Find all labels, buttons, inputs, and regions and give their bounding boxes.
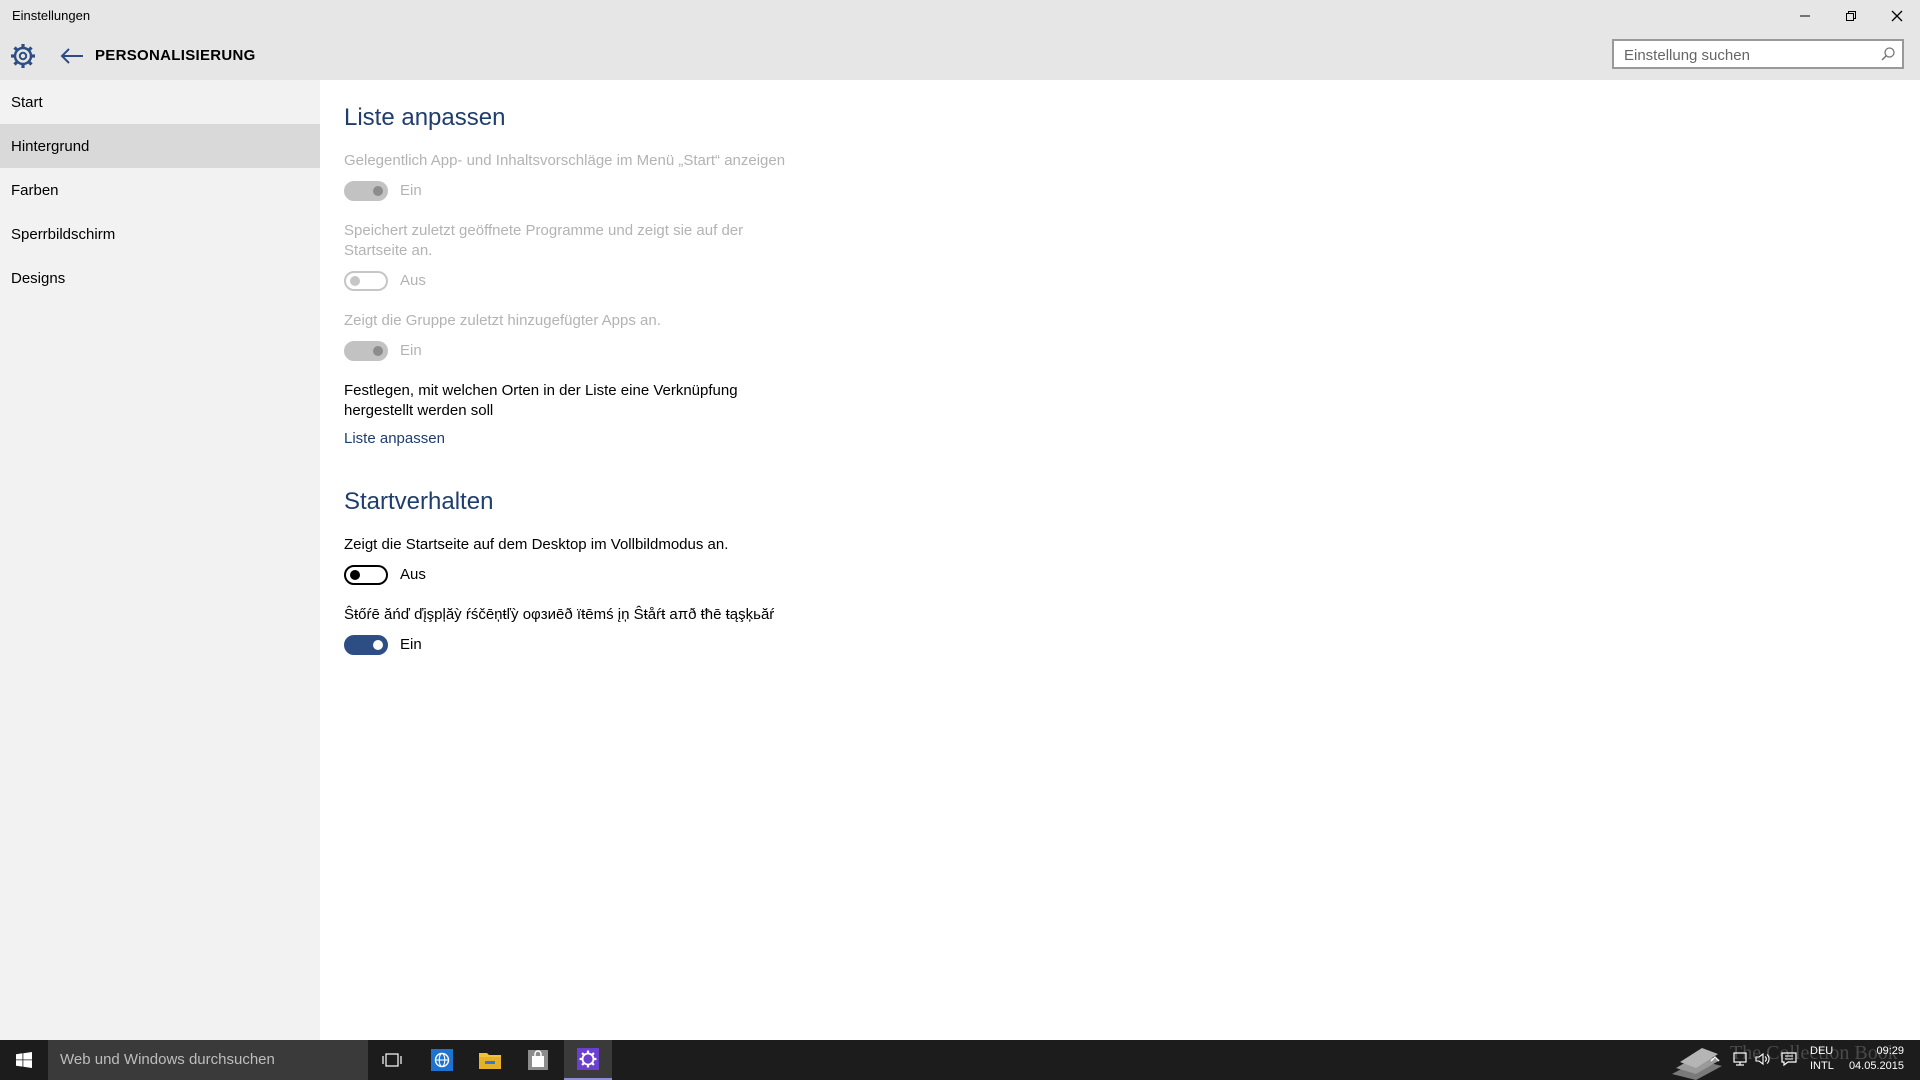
section-heading-liste: Liste anpassen <box>344 104 506 131</box>
network-icon[interactable] <box>1732 1050 1750 1068</box>
clock-date: 04.05.2015 <box>1848 1060 1904 1072</box>
toggle-state-label: Aus <box>400 272 426 289</box>
page-title: PERSONALISIERUNG <box>95 47 256 64</box>
taskbar-settings-app[interactable] <box>564 1040 612 1080</box>
section-heading-startverhalten: Startverhalten <box>344 488 494 515</box>
sidebar-item-designs[interactable]: Designs <box>0 256 320 300</box>
setting-description: Gelegentlich App- und Inhaltsvorschläge … <box>344 152 786 169</box>
toggle-knob <box>350 570 360 580</box>
toggle-recent-items[interactable] <box>344 635 388 655</box>
volume-icon[interactable] <box>1754 1050 1772 1068</box>
windows-logo-icon <box>16 1052 32 1068</box>
sidebar-item-start[interactable]: Start <box>0 80 320 124</box>
sidebar-item-hintergrund[interactable]: Hintergrund <box>0 124 320 168</box>
toggle-knob <box>350 276 360 286</box>
taskbar: Web und Windows durchsuchen The Collecti… <box>0 1040 1920 1080</box>
toggle-state-label: Aus <box>400 566 426 583</box>
toggle-recently-added[interactable] <box>344 341 388 361</box>
action-center-icon[interactable] <box>1780 1050 1798 1068</box>
minimize-button[interactable] <box>1782 0 1828 31</box>
toggle-fullscreen-start[interactable] <box>344 565 388 585</box>
pin-locations-description: Festlegen, mit welchen Orten in der List… <box>344 382 738 419</box>
clock-time: 09:29 <box>1876 1045 1904 1057</box>
setting-description: Zeigt die Startseite auf dem Desktop im … <box>344 536 729 553</box>
input-language-indicator[interactable]: DEU INTL <box>1810 1044 1834 1074</box>
sidebar: Start Hintergrund Farben Sperrbildschirm… <box>0 80 320 1040</box>
minimize-icon <box>1800 15 1810 16</box>
close-button[interactable] <box>1874 0 1920 31</box>
gear-icon <box>577 1048 599 1070</box>
taskbar-search[interactable]: Web und Windows durchsuchen <box>48 1040 368 1080</box>
back-arrow-icon <box>60 48 83 64</box>
setting-description: Speichert zuletzt geöffnete Programme un… <box>344 222 744 259</box>
toggle-state-label: Ein <box>400 182 422 199</box>
clock[interactable]: 09:29 04.05.2015 <box>1848 1044 1904 1074</box>
start-button[interactable] <box>0 1040 48 1080</box>
taskbar-search-placeholder: Web und Windows durchsuchen <box>60 1051 275 1068</box>
restore-icon <box>1846 10 1856 21</box>
toggle-state-label: Ein <box>400 636 422 653</box>
taskbar-store[interactable] <box>514 1040 562 1080</box>
task-view-icon <box>382 1053 402 1067</box>
app-header: PERSONALISIERUNG <box>0 31 1920 80</box>
search-box[interactable] <box>1612 39 1904 69</box>
language-code: DEU <box>1810 1045 1834 1057</box>
sidebar-item-sperrbildschirm[interactable]: Sperrbildschirm <box>0 212 320 256</box>
close-icon <box>1891 10 1903 21</box>
toggle-state-label: Ein <box>400 342 422 359</box>
sidebar-item-farben[interactable]: Farben <box>0 168 320 212</box>
gear-icon <box>11 44 35 68</box>
toggle-knob <box>373 346 383 356</box>
store-icon <box>528 1050 548 1070</box>
toggle-knob <box>373 186 383 196</box>
chevron-up-icon[interactable] <box>1706 1050 1724 1068</box>
setting-description: Ŝŧőŕē ăńď ďįşpļăỳ ŕśčēņŧľỳ oφзиēð ïŧēmś … <box>344 606 775 623</box>
browser-icon <box>431 1049 453 1071</box>
toggle-recent-programs[interactable] <box>344 271 388 291</box>
setting-description: Zeigt die Gruppe zuletzt hinzugefügter A… <box>344 312 661 329</box>
window-title: Einstellungen <box>12 8 91 23</box>
search-input[interactable] <box>1622 44 1876 66</box>
title-bar: Einstellungen <box>0 0 1920 31</box>
back-button[interactable] <box>58 43 86 69</box>
toggle-knob <box>373 640 383 650</box>
toggle-app-suggestions[interactable] <box>344 181 388 201</box>
customize-list-link[interactable]: Liste anpassen <box>344 430 445 447</box>
search-icon[interactable] <box>1880 46 1896 62</box>
maximize-button[interactable] <box>1828 0 1874 31</box>
keyboard-layout: INTL <box>1810 1060 1834 1072</box>
taskbar-browser[interactable] <box>418 1040 466 1080</box>
taskbar-file-explorer[interactable] <box>466 1040 514 1080</box>
folder-icon <box>479 1053 501 1069</box>
task-view-button[interactable] <box>368 1040 416 1080</box>
